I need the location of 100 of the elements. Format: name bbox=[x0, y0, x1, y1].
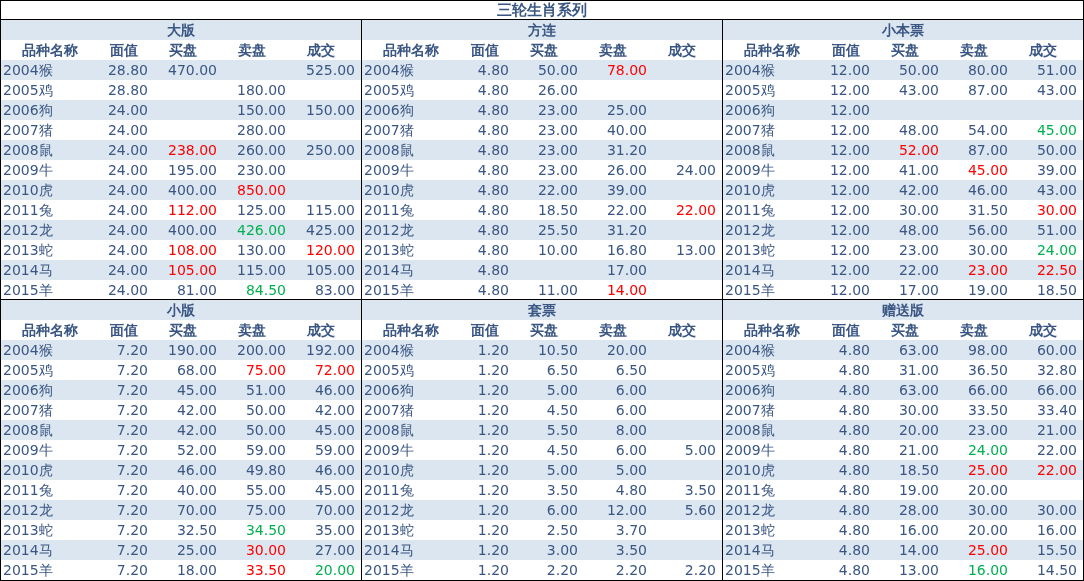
column-header: 买盘 bbox=[889, 41, 920, 60]
table-cell-text: 4.80 bbox=[476, 261, 509, 280]
table-cell-text: 5.00 bbox=[545, 461, 578, 480]
table-cell-text: 3.50 bbox=[545, 481, 578, 500]
table-cell-text: 2014马 bbox=[2, 541, 54, 560]
table-cell-text: 54.00 bbox=[966, 121, 1008, 140]
table-cell-text: 24.00 bbox=[106, 281, 148, 300]
table-cell-text: 45.00 bbox=[966, 161, 1008, 180]
column-header: 成交 bbox=[305, 321, 336, 340]
table-cell-text: 23.00 bbox=[536, 101, 578, 120]
table-cell-text: 4.80 bbox=[837, 441, 870, 460]
table-cell-text: 75.00 bbox=[244, 361, 286, 380]
table-cell-text: 4.80 bbox=[476, 181, 509, 200]
table-cell-text: 12.00 bbox=[828, 181, 870, 200]
table-cell-text: 2009牛 bbox=[363, 441, 415, 460]
column-header: 面值 bbox=[830, 321, 861, 340]
table-cell-text: 43.00 bbox=[897, 81, 939, 100]
table-cell-text: 250.00 bbox=[305, 141, 355, 160]
table-cell-text: 2014马 bbox=[2, 261, 54, 280]
table-cell-text: 2015羊 bbox=[363, 281, 415, 300]
column-header: 卖盘 bbox=[597, 321, 628, 340]
table-cell-text: 4.80 bbox=[837, 381, 870, 400]
table-cell-text: 150.00 bbox=[305, 101, 355, 120]
table-cell-text: 16.00 bbox=[897, 521, 939, 540]
table-cell-text: 10.00 bbox=[536, 241, 578, 260]
table-cell-text: 59.00 bbox=[313, 441, 355, 460]
table-cell-text: 31.50 bbox=[966, 201, 1008, 220]
column-header: 面值 bbox=[108, 321, 139, 340]
table-cell-text: 45.00 bbox=[313, 481, 355, 500]
table-cell-text: 16.00 bbox=[1035, 521, 1077, 540]
table-cell-text: 4.80 bbox=[476, 61, 509, 80]
table-cell-text: 28.80 bbox=[106, 61, 148, 80]
table-cell-text: 7.20 bbox=[115, 381, 148, 400]
table-cell-text: 19.00 bbox=[966, 281, 1008, 300]
table-cell-text: 84.50 bbox=[244, 281, 286, 300]
column-header: 品种名称 bbox=[382, 41, 440, 60]
table-cell-text: 46.00 bbox=[966, 181, 1008, 200]
table-cell-text: 2012龙 bbox=[724, 221, 776, 240]
table-cell-text: 12.00 bbox=[828, 161, 870, 180]
table-cell-text: 2013蛇 bbox=[363, 241, 415, 260]
table-cell-text: 25.00 bbox=[175, 541, 217, 560]
table-cell-text: 6.00 bbox=[614, 381, 647, 400]
table-cell-text: 2005鸡 bbox=[724, 361, 776, 380]
column-header: 面值 bbox=[469, 41, 500, 60]
table-cell-text: 22.00 bbox=[1035, 461, 1077, 480]
table-cell-text: 4.80 bbox=[476, 81, 509, 100]
table-cell-text: 7.20 bbox=[115, 441, 148, 460]
table-cell-text: 14.50 bbox=[1035, 561, 1077, 580]
table-cell-text: 30.00 bbox=[1035, 201, 1077, 220]
table-cell-text: 2007猪 bbox=[724, 121, 776, 140]
table-cell-text: 35.00 bbox=[313, 521, 355, 540]
table-cell-text: 51.00 bbox=[1035, 61, 1077, 80]
table-cell-text: 39.00 bbox=[1035, 161, 1077, 180]
table-cell-text: 68.00 bbox=[175, 361, 217, 380]
table-cell-text: 2004猴 bbox=[363, 341, 415, 360]
table-cell-text: 7.20 bbox=[115, 561, 148, 580]
table-cell-text: 26.00 bbox=[605, 161, 647, 180]
table-cell-text: 42.00 bbox=[897, 181, 939, 200]
table-cell-text: 1.20 bbox=[476, 361, 509, 380]
table-cell-text: 2012龙 bbox=[363, 501, 415, 520]
table-cell-text: 46.00 bbox=[313, 381, 355, 400]
column-header: 面值 bbox=[108, 41, 139, 60]
table-cell-text: 2006狗 bbox=[2, 101, 54, 120]
table-cell-text: 19.00 bbox=[897, 481, 939, 500]
column-header: 品种名称 bbox=[382, 321, 440, 340]
table-cell-text: 200.00 bbox=[236, 341, 286, 360]
table-cell-text: 23.00 bbox=[966, 261, 1008, 280]
column-header: 买盘 bbox=[889, 321, 920, 340]
table-cell-text: 195.00 bbox=[167, 161, 217, 180]
table-cell-text: 45.00 bbox=[175, 381, 217, 400]
table-cell-text: 41.00 bbox=[897, 161, 939, 180]
table-cell-text: 27.00 bbox=[313, 541, 355, 560]
table-cell-text: 120.00 bbox=[305, 241, 355, 260]
table-cell-text: 2010虎 bbox=[724, 181, 776, 200]
table-cell-text: 4.80 bbox=[837, 341, 870, 360]
table-cell-text: 60.00 bbox=[1035, 341, 1077, 360]
column-header: 买盘 bbox=[528, 41, 559, 60]
table-cell-text: 7.20 bbox=[115, 501, 148, 520]
table-cell-text: 2008鼠 bbox=[363, 421, 415, 440]
table-cell-text: 5.00 bbox=[545, 381, 578, 400]
table-cell-text: 2013蛇 bbox=[2, 521, 54, 540]
table-cell-text: 22.00 bbox=[674, 201, 716, 220]
table-cell-text: 2006狗 bbox=[724, 381, 776, 400]
table-cell-text: 400.00 bbox=[167, 221, 217, 240]
panel-title: 套票 bbox=[362, 300, 722, 320]
table-cell-text: 34.50 bbox=[244, 521, 286, 540]
table-cell-text: 14.00 bbox=[605, 281, 647, 300]
table-cell-text: 2005鸡 bbox=[724, 81, 776, 100]
table-cell-text: 2005鸡 bbox=[2, 361, 54, 380]
table-cell-text: 20.00 bbox=[605, 341, 647, 360]
table-cell-text: 12.00 bbox=[828, 241, 870, 260]
table-cell-text: 24.00 bbox=[674, 161, 716, 180]
table-cell-text: 31.20 bbox=[605, 141, 647, 160]
table-cell-text: 4.80 bbox=[837, 461, 870, 480]
table-cell-text: 49.80 bbox=[244, 461, 286, 480]
table-cell-text: 6.00 bbox=[614, 441, 647, 460]
column-header: 面值 bbox=[830, 41, 861, 60]
table-cell-text: 50.00 bbox=[1035, 141, 1077, 160]
table-cell-text: 2008鼠 bbox=[2, 141, 54, 160]
table-cell-text: 50.00 bbox=[244, 421, 286, 440]
